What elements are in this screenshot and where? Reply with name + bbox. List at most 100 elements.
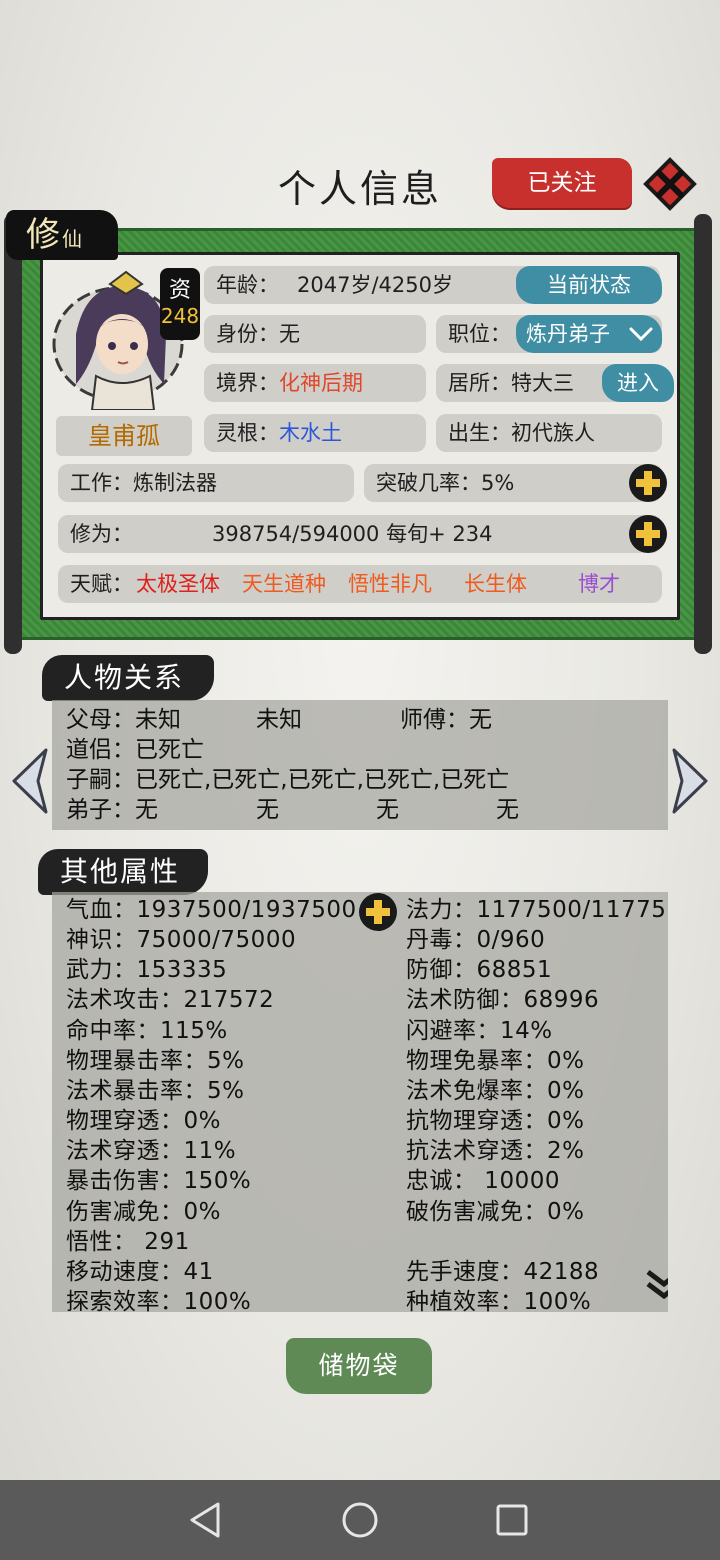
attr-left: 探索效率：100% <box>66 1289 252 1312</box>
close-icon <box>643 157 697 211</box>
attr-left: 暴击伤害：150% <box>66 1168 252 1194</box>
plus-icon <box>629 515 667 553</box>
attr-left: 悟性： 291 <box>66 1229 190 1255</box>
current-status-button[interactable]: 当前状态 <box>516 266 662 304</box>
attr-left: 法术攻击：217572 <box>66 987 275 1013</box>
scroll-rod-right <box>694 214 712 654</box>
talent-item: 长生体 <box>464 572 527 596</box>
chevron-right-icon <box>672 748 708 814</box>
attr-left: 物理穿透：0% <box>66 1108 221 1134</box>
breakthrough-plus-button[interactable] <box>628 463 668 503</box>
parents-row: 父母：未知 未知 师傅：无 <box>66 705 492 735</box>
attr-right: 法术防御：68996 <box>406 987 600 1013</box>
chevron-down-icon <box>629 327 653 342</box>
recents-button[interactable] <box>492 1500 532 1540</box>
tag-small: 仙 <box>62 227 82 251</box>
realm-label: 境界： <box>216 371 279 395</box>
double-chevron-down-icon <box>646 1270 668 1300</box>
tag-big: 修 <box>26 215 60 255</box>
scroll-down-button[interactable] <box>644 1266 668 1306</box>
attributes-header: 其他属性 <box>38 849 208 895</box>
follow-button[interactable]: 已关注 <box>492 158 632 208</box>
cultivation-plus-button[interactable] <box>628 514 668 554</box>
attr-right: 破伤害减免：0% <box>406 1199 585 1225</box>
birth-field: 出生：初代族人 <box>436 414 662 452</box>
storage-bag-button[interactable]: 储物袋 <box>286 1338 432 1394</box>
parents-2: 未知 <box>256 707 302 733</box>
attr-right: 法力：1177500/11775 <box>406 897 667 923</box>
plus-icon <box>629 464 667 502</box>
talent-item: 博才 <box>578 572 620 596</box>
position-label: 职位： <box>448 322 511 346</box>
realm-field: 境界：化神后期 <box>204 364 426 402</box>
cultivation-value: 398754/594000 每旬+ 234 <box>212 522 493 546</box>
aptitude-badge: 资 248 <box>160 268 200 340</box>
attr-left: 气血：1937500/1937500 <box>66 897 357 923</box>
talent-item: 悟性非凡 <box>348 572 432 596</box>
attr-right: 闪避率：14% <box>406 1018 553 1044</box>
attr-right: 物理免暴率：0% <box>406 1048 585 1074</box>
attr-left: 命中率：115% <box>66 1018 228 1044</box>
attr-right: 法术免爆率：0% <box>406 1078 585 1104</box>
disciples-label: 弟子：无 <box>66 797 158 823</box>
disciple-2: 无 <box>256 797 279 823</box>
attr-left: 武力：153335 <box>66 957 228 983</box>
partner-row: 道侣：已死亡 <box>66 737 204 763</box>
master-label: 师傅：无 <box>400 707 492 733</box>
attr-right: 忠诚： 10000 <box>406 1168 560 1194</box>
character-name: 皇甫孤 <box>56 416 192 456</box>
root-value: 木水土 <box>279 421 342 445</box>
plus-icon <box>359 893 397 931</box>
enter-button[interactable]: 进入 <box>602 364 674 402</box>
back-button[interactable] <box>186 1500 226 1540</box>
talent-item: 天生道种 <box>242 572 326 596</box>
home-button[interactable] <box>340 1500 380 1540</box>
age-label: 年龄： <box>216 273 279 297</box>
spirit-root-field: 灵根：木水土 <box>204 414 426 452</box>
position-value: 炼丹弟子 <box>526 322 610 346</box>
cultivation-field: 修为： 398754/594000 每旬+ 234 <box>58 515 662 553</box>
attr-left: 伤害减免：0% <box>66 1199 221 1225</box>
aptitude-label: 资 <box>168 278 191 303</box>
attributes-panel[interactable]: 气血：1937500/1937500 神识：75000/75000 武力：153… <box>52 892 668 1312</box>
talent-item: 太极圣体 <box>136 572 220 596</box>
attr-left: 物理暴击率：5% <box>66 1048 245 1074</box>
disciple-4: 无 <box>496 797 519 823</box>
attr-left: 移动速度：41 <box>66 1259 214 1285</box>
attr-right: 丹毒：0/960 <box>406 927 546 953</box>
recents-square-icon <box>496 1504 528 1536</box>
back-triangle-icon <box>190 1502 220 1538</box>
attr-right: 抗物理穿透：0% <box>406 1108 585 1134</box>
next-character-button[interactable] <box>668 746 712 816</box>
root-label: 灵根： <box>216 421 279 445</box>
breakthrough-field: 突破几率：5% <box>364 464 662 502</box>
chevron-left-icon <box>12 748 48 814</box>
hp-plus-button[interactable] <box>358 892 398 932</box>
scroll-rod-left <box>4 214 22 654</box>
attr-right: 抗法术穿透：2% <box>406 1138 585 1164</box>
cultivator-tag: 修仙 <box>6 210 118 260</box>
talents-field: 天赋： 太极圣体 天生道种 悟性非凡 长生体 博才 <box>58 565 662 603</box>
attr-right: 先手速度：42188 <box>406 1259 600 1285</box>
disciples-row: 弟子：无 无 无 无 <box>66 795 519 825</box>
position-dropdown[interactable]: 炼丹弟子 <box>516 315 662 353</box>
relations-panel: 父母：未知 未知 师傅：无 道侣：已死亡 子嗣：已死亡,已死亡,已死亡,已死亡,… <box>52 700 668 830</box>
attr-right: 种植效率：100% <box>406 1289 592 1312</box>
identity-field: 身份：无 <box>204 315 426 353</box>
prev-character-button[interactable] <box>8 746 52 816</box>
aptitude-value: 248 <box>160 304 200 328</box>
attr-left: 法术穿透：11% <box>66 1138 237 1164</box>
work-field: 工作：炼制法器 <box>58 464 354 502</box>
realm-value: 化神后期 <box>279 371 363 395</box>
attr-left: 神识：75000/75000 <box>66 927 297 953</box>
talent-label: 天赋： <box>70 572 133 596</box>
age-value: 2047岁/4250岁 <box>297 273 453 297</box>
close-button[interactable] <box>640 154 700 214</box>
home-circle-icon <box>342 1502 378 1538</box>
parents-label: 父母：未知 <box>66 707 181 733</box>
cultivation-label: 修为： <box>70 522 133 546</box>
relations-header: 人物关系 <box>42 655 214 701</box>
disciple-3: 无 <box>376 797 399 823</box>
children-row: 子嗣：已死亡,已死亡,已死亡,已死亡,已死亡 <box>66 767 510 793</box>
attr-right: 防御：68851 <box>406 957 553 983</box>
